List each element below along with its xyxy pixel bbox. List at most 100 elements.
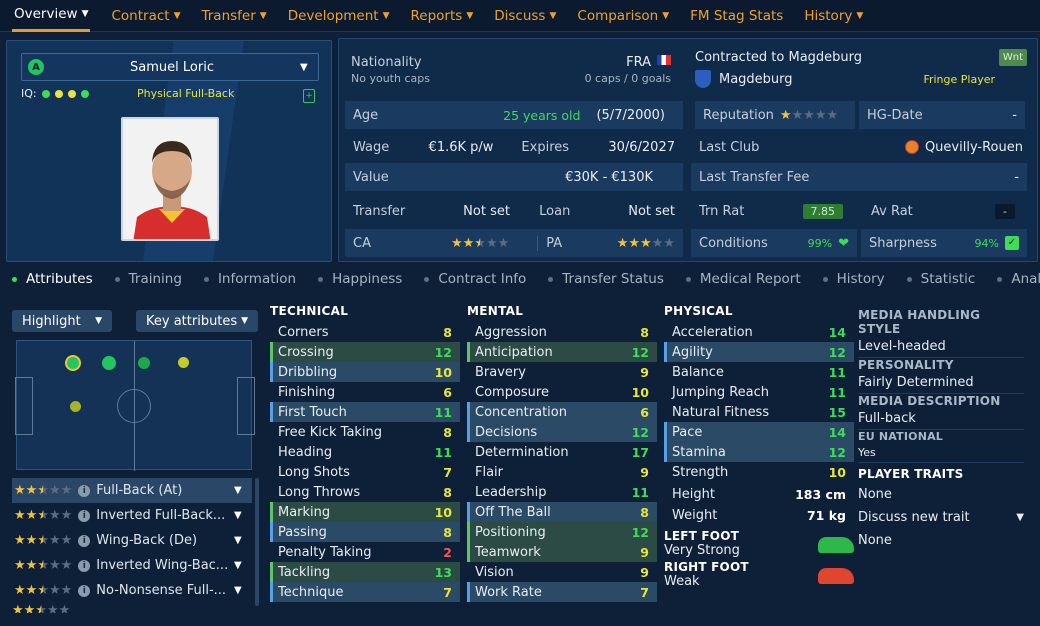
attribute-row[interactable]: Technique 7: [270, 582, 460, 602]
attribute-row[interactable]: Long Throws 8: [270, 482, 460, 502]
attribute-row[interactable]: Positioning 12: [467, 522, 657, 542]
attribute-row[interactable]: Heading 11: [270, 442, 460, 462]
subtab-medical-report[interactable]: Medical Report: [685, 271, 801, 287]
nav-tab-overview[interactable]: Overview ▼: [12, 0, 91, 32]
attribute-row[interactable]: Work Rate 7: [467, 582, 657, 602]
attribute-row[interactable]: Tackling 13: [270, 562, 460, 582]
player-selector[interactable]: A Samuel Loric ▼: [21, 53, 319, 81]
info-icon[interactable]: i: [78, 559, 91, 572]
info-icon[interactable]: i: [78, 484, 91, 497]
nav-tab-comparison[interactable]: Comparison ▼: [577, 0, 669, 32]
chevron-down-icon[interactable]: ▼: [234, 485, 252, 496]
club-name[interactable]: Magdeburg: [719, 72, 793, 87]
attribute-row[interactable]: Composure 10: [467, 382, 657, 402]
role-row[interactable]: ★★★★★ i Wing-Back (De) ▼: [12, 528, 252, 553]
attribute-row[interactable]: Dribbling 10: [270, 362, 460, 382]
attribute-row[interactable]: Stamina 12: [664, 442, 854, 462]
nav-tab-reports[interactable]: Reports ▼: [411, 0, 474, 32]
attribute-row[interactable]: Teamwork 9: [467, 542, 657, 562]
subtab-statistic[interactable]: Statistic: [906, 271, 976, 287]
nav-tab-label: Transfer: [201, 7, 256, 24]
reputation-label: Reputation: [703, 107, 774, 123]
attribute-row[interactable]: Off The Ball 8: [467, 502, 657, 522]
attribute-row[interactable]: Vision 9: [467, 562, 657, 582]
position-dot[interactable]: [178, 357, 189, 368]
attribute-row[interactable]: Crossing 12: [270, 342, 460, 362]
attribute-row[interactable]: Strength 10: [664, 462, 854, 482]
player-photo: [121, 117, 219, 241]
clipboard-icon[interactable]: +: [303, 89, 315, 103]
nav-tab-history[interactable]: History ▼: [804, 0, 863, 32]
attribute-row[interactable]: Corners 8: [270, 322, 460, 342]
attribute-row[interactable]: Long Shots 7: [270, 462, 460, 482]
role-row[interactable]: ★★★★★ i Inverted Wing-Bac... ▼: [12, 553, 252, 578]
attribute-row[interactable]: Leadership 11: [467, 482, 657, 502]
position-dot[interactable]: [138, 357, 150, 369]
attribute-row[interactable]: Anticipation 12: [467, 342, 657, 362]
attribute-row[interactable]: Penalty Taking 2: [270, 542, 460, 562]
info-icon[interactable]: i: [78, 509, 91, 522]
attribute-row[interactable]: Agility 12: [664, 342, 854, 362]
chevron-down-icon[interactable]: ▼: [234, 510, 252, 521]
attribute-row[interactable]: Acceleration 14: [664, 322, 854, 342]
attribute-row[interactable]: Aggression 8: [467, 322, 657, 342]
attribute-row[interactable]: Concentration 6: [467, 402, 657, 422]
attribute-row[interactable]: Marking 10: [270, 502, 460, 522]
attribute-row[interactable]: Bravery 9: [467, 362, 657, 382]
position-dot[interactable]: [70, 401, 81, 412]
position-dot-primary[interactable]: [65, 355, 81, 371]
attribute-value: 11: [828, 384, 846, 400]
nav-tab-contract[interactable]: Contract ▼: [111, 0, 180, 32]
attribute-row[interactable]: Jumping Reach 11: [664, 382, 854, 402]
subtab-transfer-status[interactable]: Transfer Status: [548, 271, 664, 287]
attribute-name: Work Rate: [475, 584, 542, 600]
attribute-row[interactable]: Finishing 6: [270, 382, 460, 402]
info-icon[interactable]: i: [78, 584, 91, 597]
av-rat-row: Av Rat -: [867, 197, 1027, 225]
physical-heading: PHYSICAL: [664, 304, 733, 318]
subtab-label: Statistic: [920, 271, 976, 287]
attribute-row[interactable]: First Touch 11: [270, 402, 460, 422]
highlight-dropdown[interactable]: Highlight ▼: [12, 310, 112, 332]
subtab-training[interactable]: Training: [114, 271, 182, 287]
nav-tab-fm-stag-stats[interactable]: FM Stag Stats: [690, 0, 783, 32]
position-dot[interactable]: [102, 356, 116, 370]
discuss-trait-button[interactable]: Discuss new trait ▼: [858, 508, 1024, 527]
role-row[interactable]: ★★★★★ i Inverted Full-Back... ▼: [12, 503, 252, 528]
attribute-row[interactable]: Passing 8: [270, 522, 460, 542]
role-row[interactable]: ★★★★★ i Full-Back (At) ▼: [12, 478, 252, 503]
chevron-down-icon[interactable]: ▼: [300, 62, 318, 73]
subtab-happiness[interactable]: Happiness: [318, 271, 402, 287]
position-pitch[interactable]: [15, 340, 255, 471]
last-club-value[interactable]: Quevilly-Rouen: [925, 140, 1023, 155]
role-list-scrollbar[interactable]: [255, 478, 259, 606]
av-rat-label: Av Rat: [871, 203, 913, 219]
subtab-analysis[interactable]: Analysis: [997, 271, 1040, 287]
green-boot-icon: [818, 537, 854, 553]
role-row[interactable]: ★★★★★ i No-Nonsense Full-... ▼: [12, 578, 252, 603]
iq-row: IQ:: [21, 87, 89, 100]
red-boot-icon: [818, 568, 854, 584]
role-name: No-Nonsense Full-...: [96, 583, 227, 598]
subtab-history[interactable]: History: [822, 271, 885, 287]
attribute-row[interactable]: Natural Fitness 15: [664, 402, 854, 422]
chevron-down-icon[interactable]: ▼: [234, 535, 252, 546]
key-attributes-dropdown[interactable]: Key attributes ▼: [136, 310, 258, 332]
chevron-down-icon[interactable]: ▼: [234, 585, 252, 596]
attribute-row[interactable]: Balance 11: [664, 362, 854, 382]
nav-tab-transfer[interactable]: Transfer ▼: [201, 0, 266, 32]
chevron-down-icon[interactable]: ▼: [234, 560, 252, 571]
subtab-information[interactable]: Information: [203, 271, 296, 287]
subtab-contract-info[interactable]: Contract Info: [424, 271, 526, 287]
attribute-row[interactable]: Pace 14: [664, 422, 854, 442]
last-fee-row: Last Transfer Fee -: [691, 163, 1027, 191]
subtab-attributes[interactable]: Attributes: [12, 271, 93, 287]
attribute-row[interactable]: Flair 9: [467, 462, 657, 482]
info-icon[interactable]: i: [78, 534, 91, 547]
nav-tab-discuss[interactable]: Discuss ▼: [494, 0, 556, 32]
attribute-row[interactable]: Determination 17: [467, 442, 657, 462]
attribute-row[interactable]: Decisions 12: [467, 422, 657, 442]
nav-tab-development[interactable]: Development ▼: [288, 0, 390, 32]
value-row: Value €30K - €130K: [345, 163, 683, 191]
attribute-row[interactable]: Free Kick Taking 8: [270, 422, 460, 442]
